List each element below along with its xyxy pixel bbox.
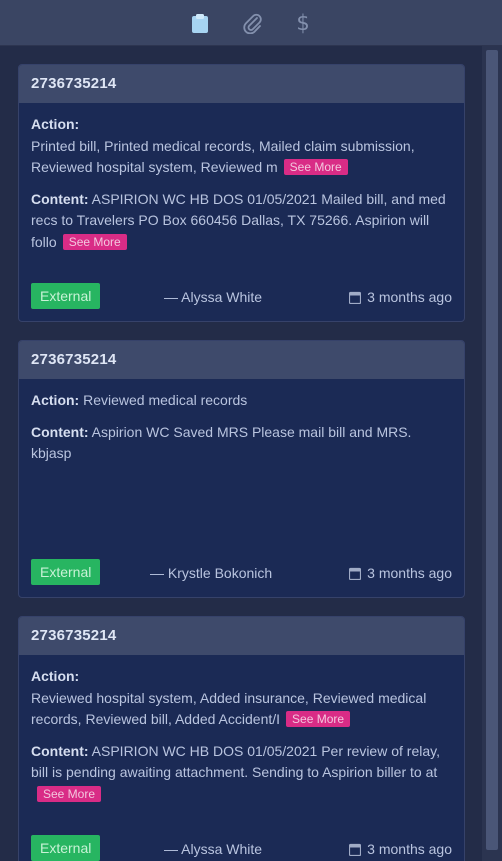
- action-text: Reviewed hospital system, Added insuranc…: [31, 689, 427, 728]
- action-text: Printed bill, Printed medical records, M…: [31, 137, 415, 176]
- action-label: Action:: [31, 116, 80, 132]
- calendar-icon: [349, 567, 362, 580]
- dollar-icon[interactable]: $: [291, 11, 315, 35]
- scrollbar[interactable]: [482, 46, 502, 861]
- note-id: 2736735214: [19, 341, 464, 379]
- action-field: Action: Reviewed medical records: [31, 390, 452, 412]
- notes-list[interactable]: 2736735214 Action: Printed bill, Printed…: [0, 46, 502, 861]
- external-badge: External: [31, 283, 101, 309]
- action-label: Action:: [31, 392, 80, 408]
- paperclip-icon[interactable]: [240, 11, 264, 35]
- calendar-icon: [349, 291, 362, 304]
- note-id: 2736735214: [19, 65, 464, 103]
- toolbar: $: [0, 0, 502, 46]
- calendar-icon: [349, 843, 362, 856]
- note-footer: External — Alyssa White 3 months ago: [31, 283, 452, 311]
- action-text: Reviewed medical records: [83, 392, 248, 408]
- note-card: 2736735214 Action: Reviewed medical reco…: [18, 340, 465, 598]
- content-label: Content:: [31, 742, 89, 759]
- note-time: 3 months ago: [349, 559, 452, 587]
- scrollbar-thumb[interactable]: [486, 50, 498, 850]
- note-time-text: 3 months ago: [367, 841, 452, 857]
- content-label: Content:: [31, 190, 89, 207]
- note-footer: External — Krystle Bokonich 3 months ago: [31, 559, 452, 587]
- action-field: Action: Reviewed hospital system, Added …: [31, 666, 452, 731]
- note-time: 3 months ago: [349, 835, 452, 861]
- action-field: Action: Printed bill, Printed medical re…: [31, 114, 452, 179]
- dollar-glyph: $: [296, 11, 310, 35]
- content-field: Content: Aspirion WC Saved MRS Please ma…: [31, 422, 452, 465]
- note-footer: External — Alyssa White 3 months ago: [31, 835, 452, 861]
- note-time: 3 months ago: [349, 283, 452, 311]
- content-field: Content: ASPIRION WC HB DOS 01/05/2021 P…: [31, 741, 452, 806]
- note-author: — Krystle Bokonich: [150, 565, 273, 581]
- action-label: Action:: [31, 668, 80, 684]
- note-author: — Alyssa White: [164, 289, 263, 305]
- content-field: Content: ASPIRION WC HB DOS 01/05/2021 M…: [31, 189, 452, 254]
- note-card: 2736735214 Action: Reviewed hospital sys…: [18, 616, 465, 861]
- note-time-text: 3 months ago: [367, 565, 452, 581]
- external-badge: External: [31, 559, 101, 585]
- external-badge: External: [31, 835, 101, 861]
- note-author: — Alyssa White: [164, 841, 263, 857]
- clipboard-icon[interactable]: [188, 11, 212, 35]
- note-id: 2736735214: [19, 617, 464, 655]
- note-time-text: 3 months ago: [367, 289, 452, 305]
- see-more-button[interactable]: See More: [283, 159, 348, 175]
- content-text: ASPIRION WC HB DOS 01/05/2021 Per review…: [31, 742, 440, 781]
- note-card: 2736735214 Action: Printed bill, Printed…: [18, 64, 465, 322]
- see-more-button[interactable]: See More: [37, 785, 102, 802]
- see-more-button[interactable]: See More: [62, 233, 127, 250]
- content-text: Aspirion WC Saved MRS Please mail bill a…: [31, 423, 412, 462]
- see-more-button[interactable]: See More: [286, 711, 351, 727]
- content-label: Content:: [31, 423, 89, 440]
